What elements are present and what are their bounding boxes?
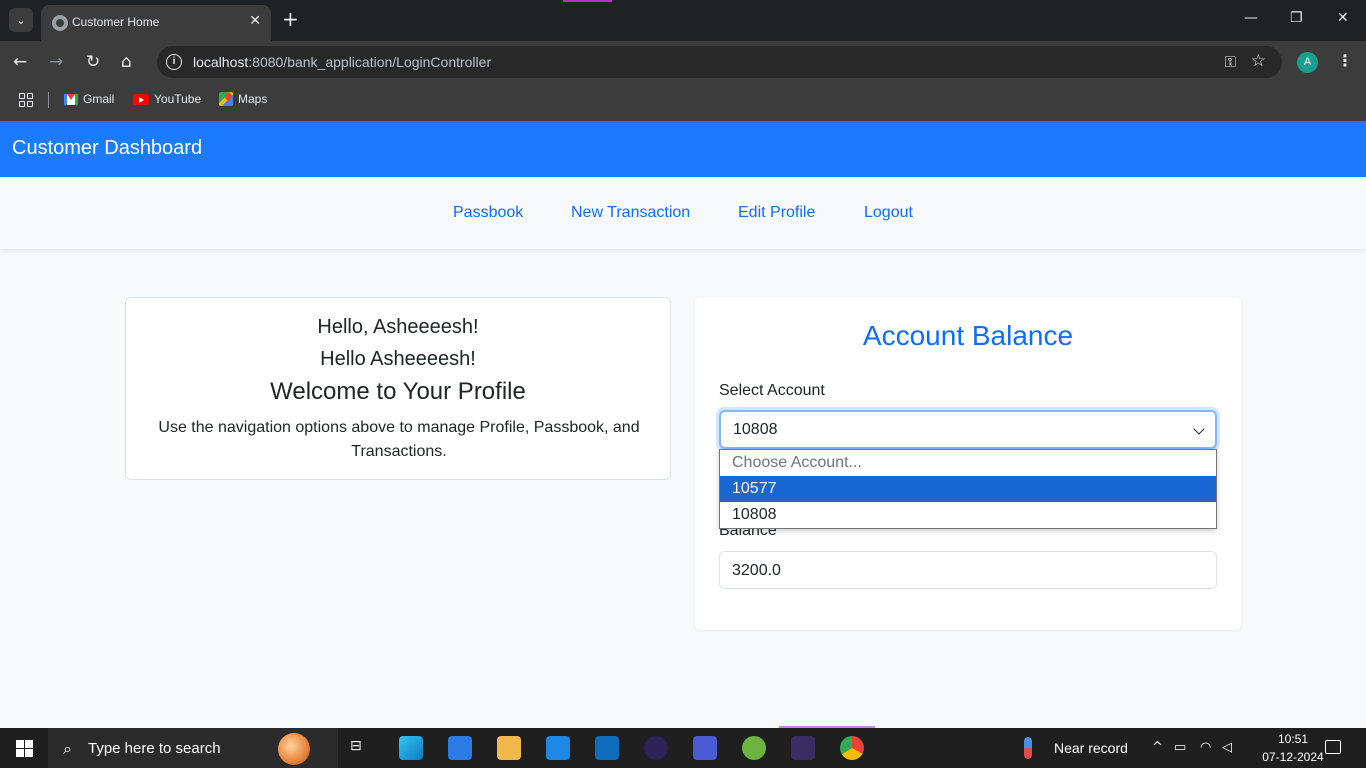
windows-start-icon[interactable] bbox=[16, 740, 33, 757]
tab-title: Customer Home bbox=[72, 15, 160, 29]
battery-icon[interactable]: ▭ bbox=[1174, 740, 1186, 755]
new-tab-button[interactable]: + bbox=[282, 9, 299, 29]
tab-search-button[interactable]: ⌄ bbox=[9, 8, 33, 32]
profile-description: Use the navigation options above to mana… bbox=[158, 419, 640, 460]
bookmark-star-icon[interactable]: ☆ bbox=[1251, 51, 1266, 71]
address-bar[interactable]: i localhost:8080/bank_application/LoginC… bbox=[157, 46, 1282, 78]
nav-logout[interactable]: Logout bbox=[864, 204, 913, 222]
edge-icon[interactable] bbox=[399, 736, 423, 760]
store-icon[interactable] bbox=[448, 736, 472, 760]
nav-passbook[interactable]: Passbook bbox=[453, 204, 523, 222]
chevron-up-icon[interactable]: ^ bbox=[1152, 740, 1163, 755]
globe-icon bbox=[52, 15, 68, 31]
page-title: Customer Dashboard bbox=[12, 137, 203, 159]
browser-tab[interactable]: Customer Home ✕ bbox=[41, 5, 271, 41]
url-text[interactable]: localhost:8080/bank_application/LoginCon… bbox=[193, 54, 491, 70]
browser-toolbar: ← → ↻ ⌂ i localhost:8080/bank_applicatio… bbox=[0, 41, 1366, 84]
search-placeholder: Type here to search bbox=[88, 740, 221, 757]
clock-time[interactable]: 10:51 bbox=[1262, 732, 1324, 746]
main-nav: Passbook New Transaction Edit Profile Lo… bbox=[0, 177, 1366, 249]
bookmark-youtube[interactable]: YouTube bbox=[133, 92, 201, 106]
youtube-icon bbox=[133, 93, 149, 105]
chevron-down-icon bbox=[1193, 423, 1205, 435]
forward-icon[interactable]: → bbox=[49, 52, 63, 72]
bookmark-label: Gmail bbox=[83, 92, 115, 106]
wifi-icon[interactable]: ◠ bbox=[1200, 740, 1211, 755]
password-key-icon[interactable]: ⚿ bbox=[1225, 53, 1236, 71]
dropdown-option[interactable]: 10808 bbox=[720, 502, 1216, 528]
bookmark-gmail[interactable]: Gmail bbox=[64, 92, 114, 106]
nav-edit-profile[interactable]: Edit Profile bbox=[738, 204, 815, 222]
apps-grid-icon[interactable] bbox=[19, 93, 33, 107]
greeting-line-1: Hello, Asheeeesh! bbox=[317, 316, 479, 338]
bookmark-maps[interactable]: Maps bbox=[219, 92, 267, 106]
volume-icon[interactable]: ◁ bbox=[1222, 740, 1232, 755]
notification-icon[interactable] bbox=[1325, 740, 1341, 754]
restore-button[interactable]: ❐ bbox=[1290, 10, 1303, 26]
menu-icon[interactable]: ⋮ bbox=[1337, 51, 1353, 70]
bookmark-label: YouTube bbox=[154, 92, 202, 106]
reload-icon[interactable]: ↻ bbox=[86, 52, 100, 72]
account-dropdown-list: Choose Account... 10577 10808 bbox=[719, 449, 1217, 529]
profile-heading: Welcome to Your Profile bbox=[270, 378, 526, 405]
mail-icon[interactable] bbox=[546, 736, 570, 760]
maps-icon bbox=[219, 92, 233, 106]
eclipse-icon[interactable] bbox=[644, 736, 668, 760]
thermometer-icon bbox=[1024, 737, 1032, 759]
profile-card: Hello, Asheeeesh! Hello Asheeeesh! Welco… bbox=[125, 297, 671, 480]
browser-tab-bar: ⌄ Customer Home ✕ + — ❐ ✕ bbox=[0, 0, 1366, 41]
balance-title: Account Balance bbox=[862, 320, 1074, 351]
active-app-indicator bbox=[827, 726, 875, 728]
site-info-icon[interactable]: i bbox=[166, 54, 182, 70]
select-value: 10808 bbox=[733, 421, 778, 438]
greeting-line-2: Hello Asheeeesh! bbox=[320, 348, 476, 370]
bookmark-label: Maps bbox=[238, 92, 268, 106]
weather-text[interactable]: Near record bbox=[1054, 740, 1128, 756]
balance-field[interactable]: 3200.0 bbox=[719, 551, 1217, 589]
back-icon[interactable]: ← bbox=[13, 52, 27, 72]
spring-icon[interactable] bbox=[742, 736, 766, 760]
balance-value: 3200.0 bbox=[732, 562, 781, 579]
file-explorer-icon[interactable] bbox=[497, 736, 521, 760]
dropdown-option[interactable]: Choose Account... bbox=[720, 450, 1216, 476]
close-icon[interactable]: ✕ bbox=[249, 13, 261, 29]
vs-code-icon[interactable] bbox=[693, 736, 717, 760]
eclipse-ide-icon[interactable] bbox=[791, 736, 815, 760]
account-select[interactable]: 10808 bbox=[719, 410, 1217, 449]
select-account-label: Select Account bbox=[719, 382, 825, 399]
home-icon[interactable]: ⌂ bbox=[121, 52, 132, 72]
profile-avatar[interactable]: A bbox=[1297, 52, 1318, 73]
window-close-button[interactable]: ✕ bbox=[1337, 10, 1349, 26]
search-icon: ⌕ bbox=[63, 739, 72, 758]
search-highlight-icon[interactable] bbox=[278, 733, 310, 765]
outlook-icon[interactable] bbox=[595, 736, 619, 760]
dropdown-option[interactable]: 10577 bbox=[720, 476, 1216, 502]
nav-new-transaction[interactable]: New Transaction bbox=[571, 204, 690, 222]
minimize-button[interactable]: — bbox=[1244, 10, 1258, 26]
gmail-icon bbox=[64, 93, 78, 105]
active-app-indicator bbox=[779, 726, 827, 728]
dashboard-header: Customer Dashboard bbox=[0, 121, 1366, 177]
chrome-icon[interactable] bbox=[840, 736, 864, 760]
tab-accent-line bbox=[563, 0, 612, 2]
task-view-icon[interactable]: ⊟ bbox=[350, 738, 362, 754]
bookmarks-bar bbox=[0, 84, 1366, 121]
bookmark-separator bbox=[48, 92, 49, 108]
clock-date[interactable]: 07-12-2024 bbox=[1262, 750, 1324, 764]
